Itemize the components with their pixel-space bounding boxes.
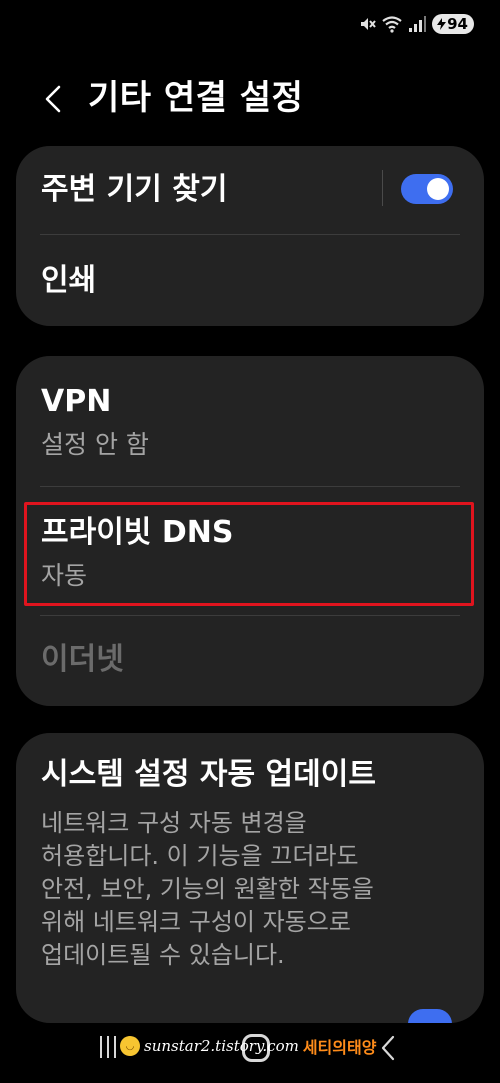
description-line: 허용합니다. 이 기능을 끄더라도 <box>41 842 359 870</box>
screen: 94 기타 연결 설정 주변 기기 찾기 인쇄 VPN 설정 안 함 프라이빗 … <box>0 0 500 1083</box>
description-line: 안전, 보안, 기능의 원활한 작동을 <box>41 875 374 903</box>
vpn-status: 설정 안 함 <box>41 430 149 459</box>
back-button[interactable] <box>30 76 76 122</box>
nav-back-button[interactable] <box>380 1034 396 1066</box>
charging-icon <box>437 18 447 30</box>
recents-icon <box>100 1036 102 1058</box>
description-line: 업데이트될 수 있습니다. <box>41 941 285 969</box>
mute-icon <box>358 15 376 33</box>
description-line: 네트워크 구성 자동 변경을 <box>41 809 307 837</box>
toggle-knob <box>427 178 449 200</box>
ethernet-title: 이더넷 <box>41 642 124 677</box>
auto-update-toggle[interactable] <box>408 1009 452 1023</box>
wifi-icon <box>382 15 402 33</box>
highlight-box <box>24 502 474 606</box>
back-chevron-icon <box>45 85 61 113</box>
description-line: 위해 네트워크 구성이 자동으로 <box>41 908 351 936</box>
vpn-title: VPN <box>41 384 112 419</box>
ethernet-row: 이더넷 <box>16 616 484 706</box>
settings-group-2: VPN 설정 안 함 프라이빗 DNS 자동 이더넷 <box>16 356 484 706</box>
auto-update-description: 네트워크 구성 자동 변경을 허용합니다. 이 기능을 끄더라도 안전, 보안,… <box>41 807 461 972</box>
nearby-device-scan-toggle[interactable] <box>401 174 453 204</box>
recents-button[interactable] <box>100 1036 116 1058</box>
page-title: 기타 연결 설정 <box>88 78 304 118</box>
emoji-face-icon: ◡ <box>120 1036 140 1056</box>
nearby-device-scan-title: 주변 기기 찾기 <box>41 172 228 207</box>
watermark: ◡ sunstar2.tistory.com 세티의태양 <box>120 1034 376 1058</box>
print-title: 인쇄 <box>41 263 97 298</box>
settings-group-1: 주변 기기 찾기 인쇄 <box>16 146 484 326</box>
status-bar: 94 <box>358 10 474 38</box>
app-bar: 기타 연결 설정 <box>0 66 500 130</box>
battery-indicator: 94 <box>432 14 474 34</box>
vpn-row[interactable]: VPN 설정 안 함 <box>16 356 484 486</box>
nearby-device-scan-row[interactable]: 주변 기기 찾기 <box>16 146 484 234</box>
auto-update-title: 시스템 설정 자동 업데이트 <box>41 757 376 792</box>
signal-icon <box>408 15 427 33</box>
auto-update-row[interactable]: 시스템 설정 자동 업데이트 네트워크 구성 자동 변경을 허용합니다. 이 기… <box>16 733 484 1023</box>
toggle-separator <box>382 170 383 206</box>
print-row[interactable]: 인쇄 <box>16 235 484 326</box>
battery-level: 94 <box>447 15 468 33</box>
settings-group-3: 시스템 설정 자동 업데이트 네트워크 구성 자동 변경을 허용합니다. 이 기… <box>16 733 484 1023</box>
watermark-url: sunstar2.tistory.com <box>144 1037 299 1055</box>
nav-back-icon <box>381 1035 395 1061</box>
watermark-name: 세티의태양 <box>302 1038 377 1057</box>
